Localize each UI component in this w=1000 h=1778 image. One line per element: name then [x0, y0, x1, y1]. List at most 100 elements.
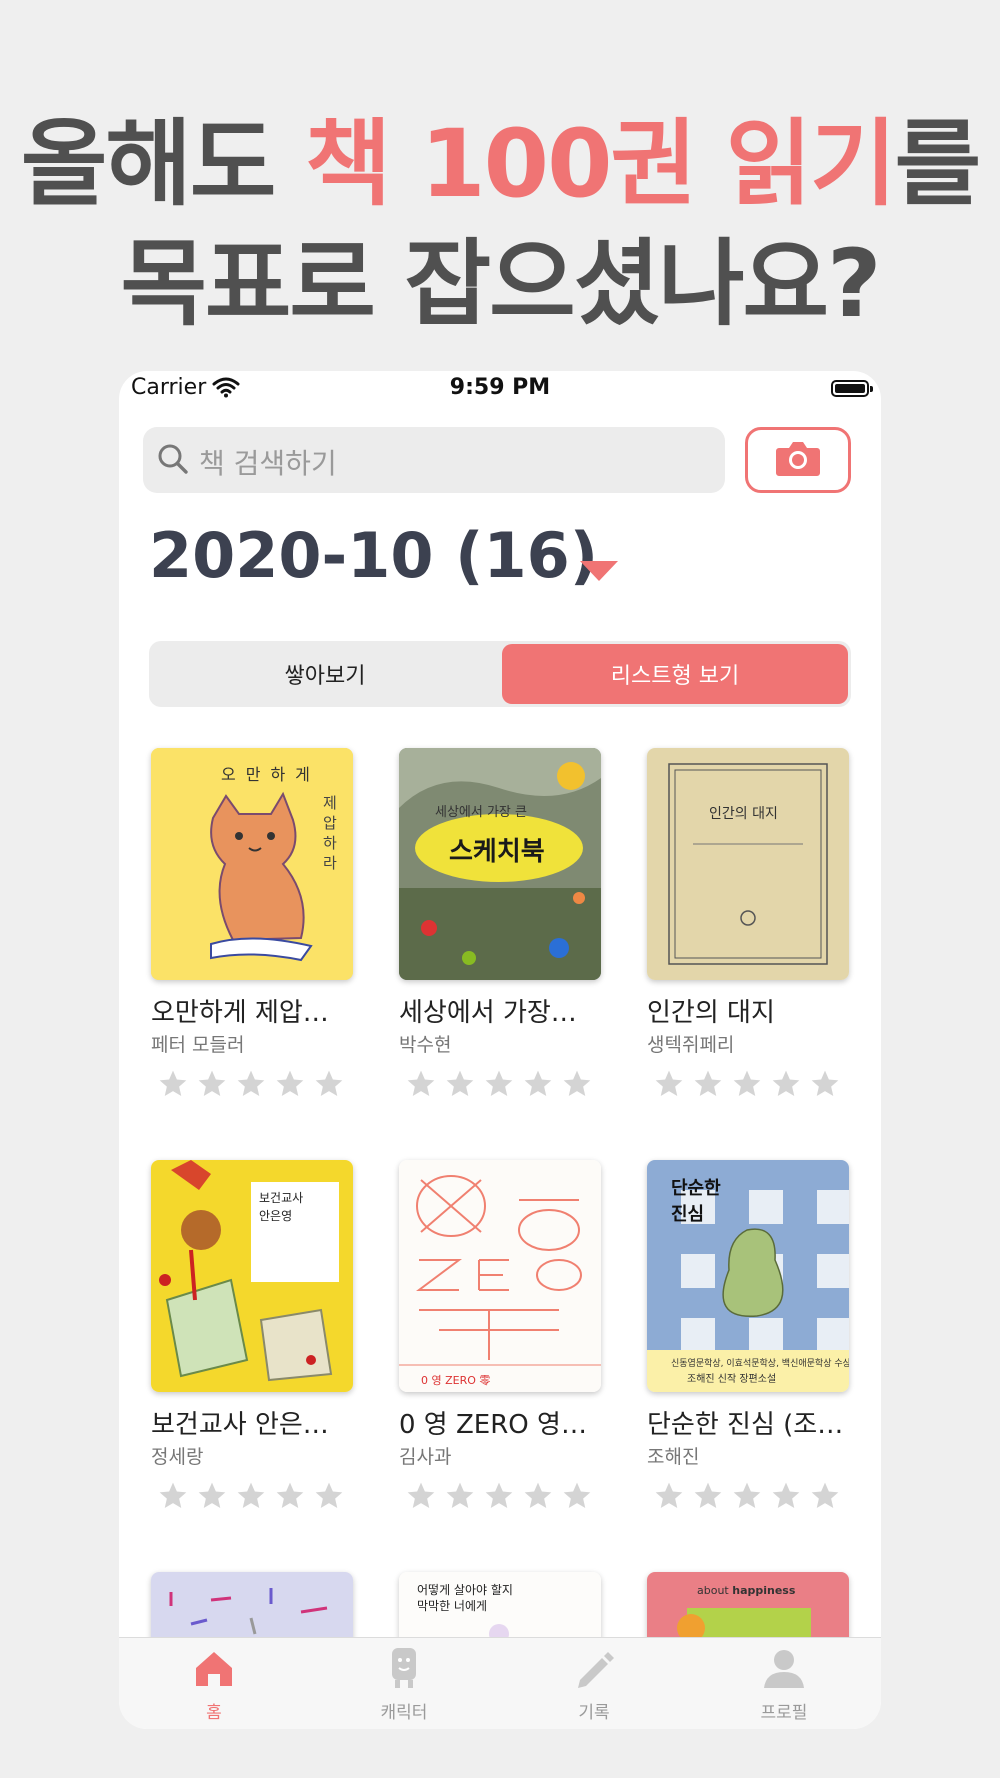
- star-icon[interactable]: [522, 1480, 554, 1512]
- star-icon[interactable]: [653, 1480, 685, 1512]
- search-icon: [155, 441, 191, 481]
- view-toggle: 쌓아보기 리스트형 보기: [149, 641, 851, 707]
- star-icon[interactable]: [483, 1068, 515, 1100]
- list-view-tab[interactable]: 리스트형 보기: [502, 644, 848, 704]
- book-author: 김사과: [399, 1446, 452, 1468]
- tab-character[interactable]: 캐릭터: [309, 1646, 499, 1723]
- status-time: 9:59 PM: [449, 375, 551, 400]
- headline-accent: 책 100권 읽기: [305, 110, 897, 219]
- stack-view-tab[interactable]: 쌓아보기: [152, 644, 498, 704]
- svg-text:세상에서 가장 큰: 세상에서 가장 큰: [435, 805, 527, 820]
- star-icon[interactable]: [809, 1068, 841, 1100]
- pencil-icon: [572, 1652, 616, 1694]
- star-icon[interactable]: [692, 1068, 724, 1100]
- star-icon[interactable]: [692, 1480, 724, 1512]
- tab-label: 캐릭터: [380, 1703, 428, 1723]
- star-icon[interactable]: [731, 1480, 763, 1512]
- headline-text: 올해도: [20, 110, 306, 219]
- tab-label: 기록: [578, 1703, 610, 1723]
- svg-text:어떻게 살아야 할지: 어떻게 살아야 할지: [417, 1583, 513, 1597]
- svg-text:막막한 너에게: 막막한 너에게: [417, 1599, 487, 1613]
- book-title: 0 영 ZERO 영…: [399, 1410, 587, 1440]
- svg-text:단순한: 단순한: [671, 1178, 721, 1199]
- star-icon[interactable]: [274, 1068, 306, 1100]
- book-title: 단순한 진심 (조…: [647, 1410, 844, 1440]
- svg-text:진심: 진심: [671, 1204, 704, 1225]
- book-title: 보건교사 안은…: [151, 1410, 329, 1440]
- battery-icon: [831, 380, 873, 397]
- svg-text:about happiness: about happiness: [697, 1584, 796, 1597]
- book-cover: 보건교사 안은영: [151, 1160, 353, 1392]
- svg-text:제: 제: [323, 794, 337, 812]
- rating-stars[interactable]: [653, 1068, 841, 1100]
- star-icon[interactable]: [235, 1480, 267, 1512]
- promo-headline: 올해도 책 100권 읽기를 목표로 잡으셨나요?: [0, 105, 1000, 345]
- svg-text:0 영 ZERO 零: 0 영 ZERO 零: [421, 1374, 490, 1387]
- chevron-down-icon[interactable]: [578, 559, 620, 587]
- book-author: 생텍쥐페리: [647, 1034, 735, 1056]
- rating-stars[interactable]: [405, 1480, 593, 1512]
- tab-record[interactable]: 기록: [499, 1646, 689, 1723]
- star-icon[interactable]: [731, 1068, 763, 1100]
- book-author: 정세랑: [151, 1446, 204, 1468]
- star-icon[interactable]: [313, 1480, 345, 1512]
- svg-text:조해진 신작 장편소설: 조해진 신작 장편소설: [687, 1372, 776, 1385]
- headline-text-post: 를: [894, 110, 981, 219]
- star-icon[interactable]: [561, 1068, 593, 1100]
- star-icon[interactable]: [653, 1068, 685, 1100]
- star-icon[interactable]: [522, 1068, 554, 1100]
- phone-screen: Carrier 9:59 PM 책 검색하기 2020-10 (16) 쌓아보기…: [119, 371, 881, 1729]
- tab-profile[interactable]: 프로필: [689, 1646, 879, 1723]
- book-author: 페터 모들러: [151, 1034, 245, 1056]
- star-icon[interactable]: [483, 1480, 515, 1512]
- star-icon[interactable]: [196, 1480, 228, 1512]
- star-icon[interactable]: [157, 1480, 189, 1512]
- camera-icon: [775, 439, 821, 481]
- camera-button[interactable]: [745, 427, 851, 493]
- tab-label: 프로필: [760, 1703, 808, 1723]
- star-icon[interactable]: [405, 1068, 437, 1100]
- profile-icon: [762, 1650, 806, 1694]
- star-icon[interactable]: [444, 1480, 476, 1512]
- star-icon[interactable]: [561, 1480, 593, 1512]
- rating-stars[interactable]: [405, 1068, 593, 1100]
- headline-line-2: 목표로 잡으셨나요?: [120, 230, 881, 339]
- search-input[interactable]: 책 검색하기: [143, 427, 725, 493]
- star-icon[interactable]: [235, 1068, 267, 1100]
- svg-text:신동엽문학상, 이효석문학상, 백신애문학상 수상 작가: 신동엽문학상, 이효석문학상, 백신애문학상 수상 작가: [671, 1358, 849, 1369]
- star-icon[interactable]: [196, 1068, 228, 1100]
- book-cover: 단순한 진심 신동엽문학상, 이효석문학상, 백신애문학상 수상 작가 조해진 …: [647, 1160, 849, 1392]
- svg-text:하: 하: [323, 834, 337, 852]
- home-icon: [192, 1652, 236, 1694]
- svg-text:스케치북: 스케치북: [449, 837, 545, 867]
- star-icon[interactable]: [274, 1480, 306, 1512]
- book-cover: 0 영 ZERO 零: [399, 1160, 601, 1392]
- star-icon[interactable]: [313, 1068, 345, 1100]
- month-title[interactable]: 2020-10 (16): [149, 519, 598, 592]
- svg-text:오만하게: 오만하게: [221, 765, 320, 784]
- star-icon[interactable]: [157, 1068, 189, 1100]
- book-cover: 오만하게 제압하라: [151, 748, 353, 980]
- rating-stars[interactable]: [653, 1480, 841, 1512]
- svg-text:라: 라: [323, 854, 337, 872]
- book-title: 세상에서 가장…: [399, 998, 577, 1028]
- book-author: 박수현: [399, 1034, 452, 1056]
- star-icon[interactable]: [770, 1480, 802, 1512]
- book-cover: 세상에서 가장 큰 스케치북: [399, 748, 601, 980]
- search-placeholder: 책 검색하기: [199, 447, 337, 480]
- rating-stars[interactable]: [157, 1068, 345, 1100]
- star-icon[interactable]: [770, 1068, 802, 1100]
- tab-label: 홈: [206, 1703, 222, 1723]
- svg-text:보건교사: 보건교사: [259, 1191, 303, 1205]
- svg-text:인간의 대지: 인간의 대지: [709, 806, 778, 822]
- star-icon[interactable]: [405, 1480, 437, 1512]
- rating-stars[interactable]: [157, 1480, 345, 1512]
- star-icon[interactable]: [809, 1480, 841, 1512]
- tab-bar: 홈 캐릭터 기록 프로필: [119, 1637, 881, 1729]
- book-author: 조해진: [647, 1446, 700, 1468]
- book-cover: 인간의 대지: [647, 748, 849, 980]
- tab-home[interactable]: 홈: [119, 1646, 309, 1723]
- star-icon[interactable]: [444, 1068, 476, 1100]
- svg-text:압: 압: [323, 814, 337, 832]
- book-title: 인간의 대지: [647, 998, 775, 1028]
